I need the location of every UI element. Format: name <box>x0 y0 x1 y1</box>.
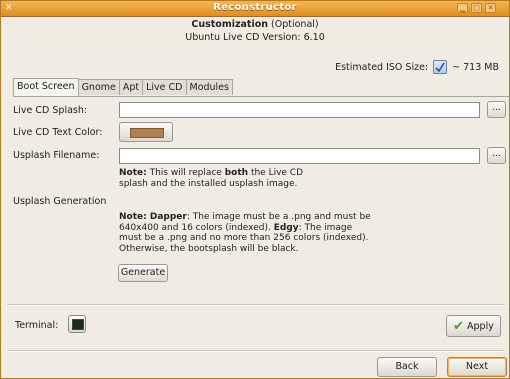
generation-note: Note: Dapper: The image must be a .png a… <box>119 212 371 254</box>
tab-bar: Boot Screen Gnome Apt Live CD Modules <box>13 78 233 97</box>
iso-size-label: Estimated ISO Size: <box>335 61 429 73</box>
note-prefix: Note: Dapper <box>119 212 187 222</box>
usplash-note: Note: This will replace both the Live CD… <box>119 168 303 189</box>
splash-browse-button[interactable]: ... <box>487 101 506 118</box>
terminal-button[interactable] <box>68 315 86 333</box>
note-line: splash and the installed usplash image. <box>119 178 298 189</box>
tab-boot-screen[interactable]: Boot Screen <box>13 78 79 96</box>
separator <box>7 350 505 352</box>
apply-label: Apply <box>467 320 494 332</box>
maximize-button[interactable]: □ <box>471 3 482 13</box>
note-line: Note: Dapper: The image must be a .png a… <box>119 212 371 223</box>
terminal-label: Terminal: <box>15 320 59 331</box>
note-text: : The image <box>298 222 353 233</box>
check-size-icon <box>435 62 445 72</box>
note-line: Otherwise, the bootsplash will be black. <box>119 243 299 254</box>
splash-label: Live CD Splash: <box>13 105 88 116</box>
maximize-icon: □ <box>473 4 480 12</box>
tab-modules[interactable]: Modules <box>185 79 233 95</box>
iso-size-value: ~ 713 MB <box>452 61 499 73</box>
minimize-button[interactable]: ▁ <box>457 3 468 13</box>
text-color-label: Live CD Text Color: <box>13 127 103 138</box>
version-label: Ubuntu Live CD Version: 6.10 <box>185 32 325 43</box>
note-line: 640x400 and 16 colors (indexed). Edgy: T… <box>119 223 371 234</box>
window-title: Reconstructor <box>213 2 297 13</box>
color-swatch <box>130 128 164 138</box>
apply-button[interactable]: ✔ Apply <box>446 315 501 337</box>
note-text: : The image must be a .png and must be <box>186 212 371 222</box>
tab-live-cd[interactable]: Live CD <box>142 79 187 95</box>
note-text: the Live CD <box>250 168 304 178</box>
page-title: Customization <box>191 19 268 30</box>
refresh-size-button[interactable] <box>433 60 448 74</box>
usplash-input[interactable] <box>119 148 480 164</box>
note-line: must be a .png and no more than 256 colo… <box>119 233 369 243</box>
checkmark-icon: ✔ <box>453 318 465 334</box>
tab-gnome[interactable]: Gnome <box>77 79 120 95</box>
iso-size-row: Estimated ISO Size: ~ 713 MB <box>335 59 499 75</box>
usplash-browse-button[interactable]: ... <box>487 147 506 164</box>
page-header: Customization (Optional) Ubuntu Live CD … <box>1 18 509 44</box>
separator <box>7 304 505 306</box>
tab-apt[interactable]: Apt <box>118 79 144 95</box>
minimize-icon: ▁ <box>459 4 466 12</box>
usplash-generation-label: Usplash Generation <box>13 196 107 207</box>
usplash-label: Usplash Filename: <box>13 150 100 161</box>
note-text: 640x400 and 16 colors (indexed). <box>119 222 271 233</box>
back-button[interactable]: Back <box>377 357 437 377</box>
close-icon: ✕ <box>487 4 494 12</box>
splash-input[interactable] <box>119 102 480 118</box>
optional-label: (Optional) <box>271 19 319 30</box>
note-bold: Edgy <box>273 222 299 233</box>
close-button[interactable]: ✕ <box>485 3 496 13</box>
note-line: Note: This will replace both the Live CD <box>119 168 303 179</box>
note-prefix: Note: <box>119 168 147 178</box>
terminal-icon <box>72 319 84 330</box>
text-color-button[interactable] <box>119 122 173 142</box>
note-text: This will replace <box>149 168 222 178</box>
title-bar[interactable]: ✕ Reconstructor ▁ □ ✕ <box>1 1 509 17</box>
generate-button[interactable]: Generate <box>118 264 168 282</box>
next-button[interactable]: Next <box>447 357 507 377</box>
reconstructor-window: ✕ Reconstructor ▁ □ ✕ Customization (Opt… <box>0 0 510 379</box>
note-bold: both <box>224 168 249 178</box>
header-title-line: Customization (Optional) <box>1 18 509 31</box>
